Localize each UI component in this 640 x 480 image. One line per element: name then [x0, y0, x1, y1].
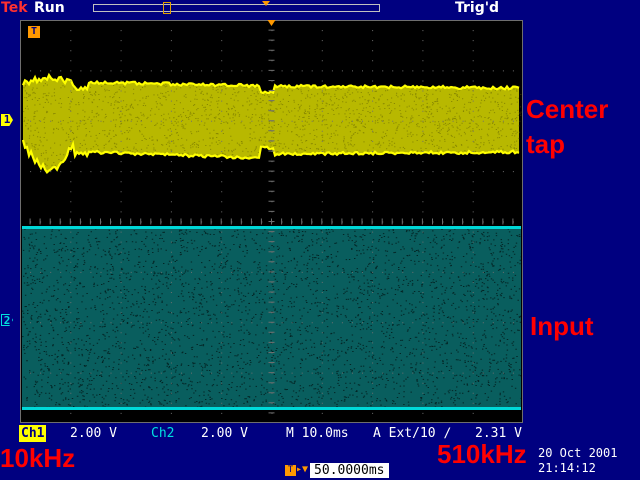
ch2-trace-bottom-envelope — [22, 407, 521, 410]
horizontal-position-value: 50.0000ms — [310, 462, 389, 478]
center-tap-label-line2: tap — [526, 129, 565, 159]
top-status-bar: Tek Run Trig'd — [0, 0, 640, 17]
scope-display — [20, 20, 523, 423]
ch1-label[interactable]: Ch1 — [19, 425, 47, 442]
ch2-label[interactable]: Ch2 — [151, 425, 174, 442]
waveform-graticule — [20, 20, 523, 423]
trigger-status: Trig'd — [455, 0, 500, 16]
trigger-position-icon — [262, 1, 270, 6]
trigger-icon: T — [285, 464, 296, 476]
trigger-point-icon: T — [28, 26, 40, 38]
ch2-trace-top-envelope — [22, 226, 521, 229]
date-time-stamp: 20 Oct 2001 21:14:12 — [538, 446, 617, 476]
ch1-ground-marker[interactable]: 1 — [1, 114, 13, 126]
record-length-bar — [93, 1, 380, 14]
input-label: Input — [530, 311, 594, 341]
record-window-indicator — [163, 2, 171, 14]
ch2-volts-per-div: 2.00 V — [201, 426, 248, 441]
ch2-ground-marker[interactable]: 2 — [1, 314, 13, 326]
end-frequency-label: 510kHz — [437, 439, 527, 469]
position-arrow-icon: ▸▼ — [296, 464, 309, 475]
center-tap-label-line1: Center — [526, 94, 609, 124]
ch1-volts-per-div: 2.00 V — [70, 426, 117, 441]
time: 21:14:12 — [538, 461, 596, 475]
horizontal-position-readout[interactable]: T ▸▼ 50.0000ms — [285, 462, 389, 479]
acquisition-run-state[interactable]: Run — [34, 0, 65, 16]
tek-logo: Tek — [1, 0, 28, 16]
horizontal-scale: M 10.0ms — [286, 426, 349, 441]
date: 20 Oct 2001 — [538, 446, 618, 460]
start-frequency-label: 10kHz — [0, 443, 76, 473]
